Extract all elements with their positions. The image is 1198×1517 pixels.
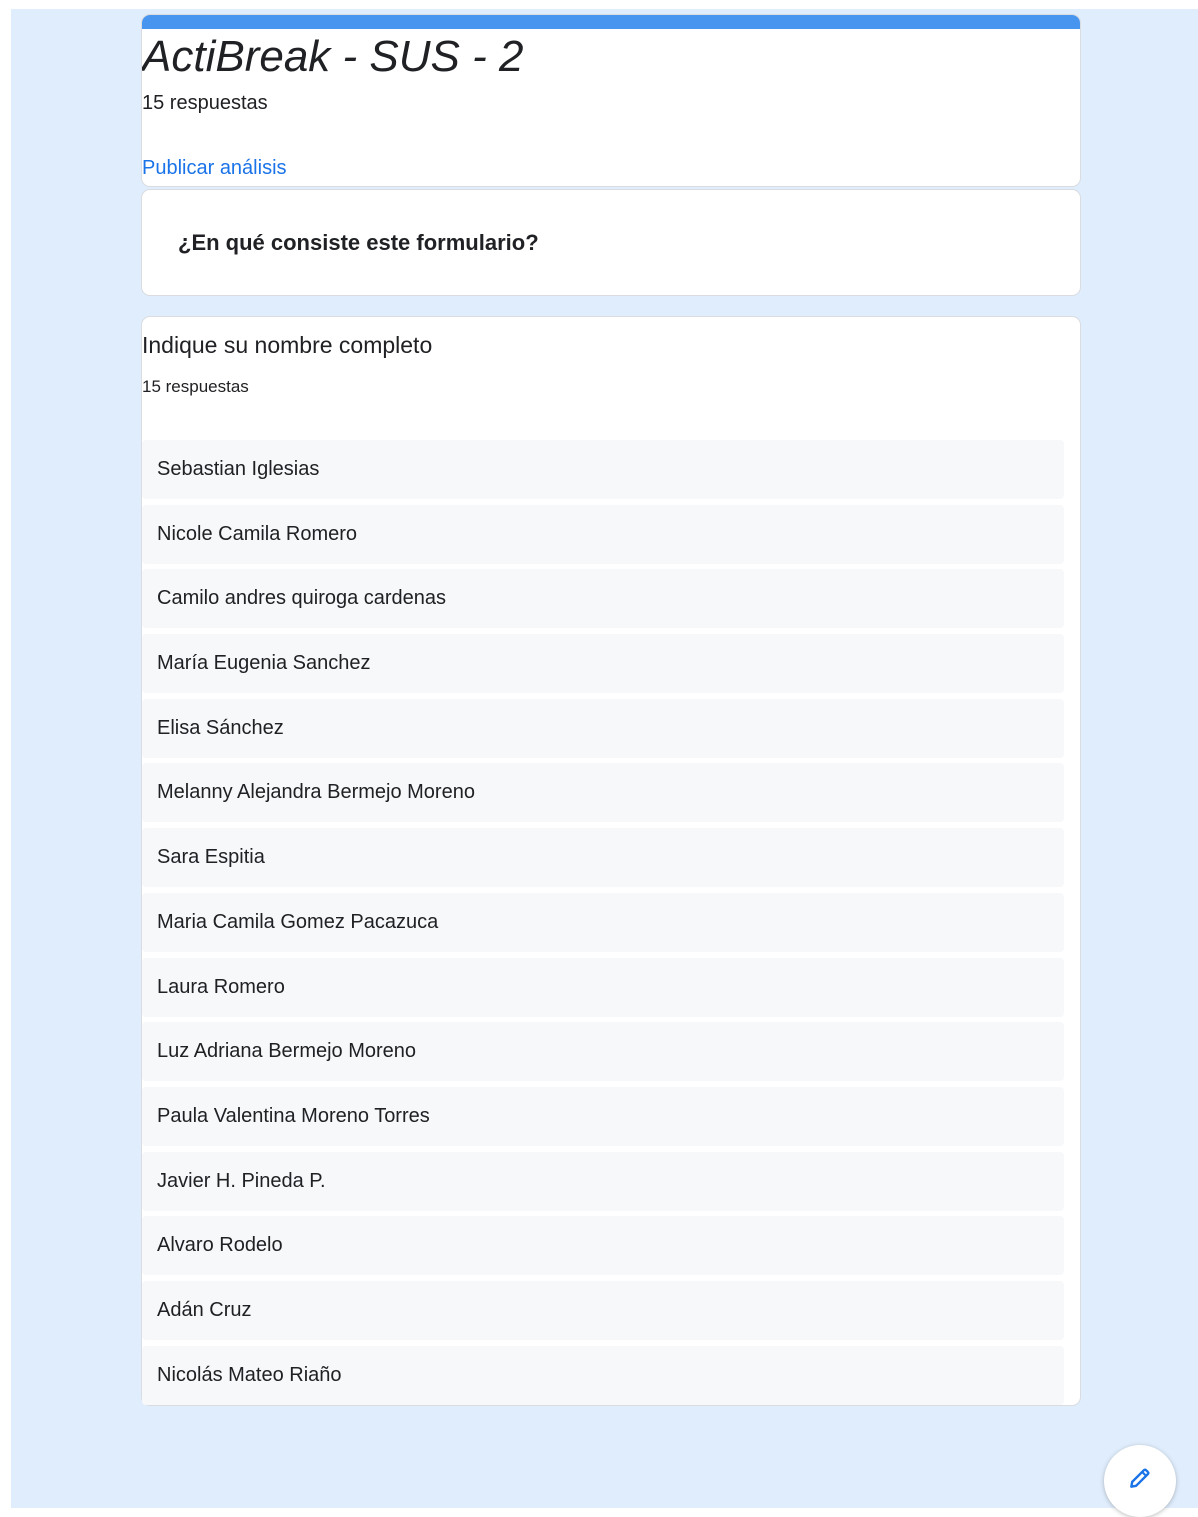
answer-item: Sebastian Iglesias — [142, 440, 1064, 499]
form-title: ActiBreak - SUS - 2 — [142, 32, 524, 81]
question-title: Indique su nombre completo — [142, 332, 433, 358]
answer-item: Maria Camila Gomez Pacazuca — [142, 892, 1064, 952]
question-card: Indique su nombre completo 15 respuestas… — [141, 316, 1081, 1406]
answer-item: Paula Valentina Moreno Torres — [142, 1086, 1064, 1146]
form-info-card[interactable]: ¿En qué consiste este formulario? — [141, 189, 1081, 296]
answer-item: Elisa Sánchez — [142, 698, 1064, 758]
answer-item: Javier H. Pineda P. — [142, 1151, 1064, 1211]
answer-item: Camilo andres quiroga cardenas — [142, 569, 1064, 629]
form-info-label[interactable]: ¿En qué consiste este formulario? — [178, 230, 539, 256]
question-response-count: 15 respuestas — [142, 377, 249, 396]
answer-item: María Eugenia Sanchez — [142, 634, 1064, 694]
pencil-icon — [1130, 1468, 1150, 1488]
header-accent-bar — [142, 15, 1080, 29]
answer-item: Sara Espitia — [142, 828, 1064, 888]
edit-form-button[interactable] — [1104, 1445, 1176, 1517]
answer-item: Luz Adriana Bermejo Moreno — [142, 1022, 1064, 1082]
answer-item: Laura Romero — [142, 957, 1064, 1017]
answer-item: Nicolás Mateo Riaño — [142, 1345, 1064, 1405]
answer-list: Sebastian Iglesias Nicole Camila Romero … — [142, 440, 1064, 1410]
publish-analysis-link[interactable]: Publicar análisis — [142, 157, 287, 180]
answer-item: Melanny Alejandra Bermejo Moreno — [142, 763, 1064, 823]
form-header-card: ActiBreak - SUS - 2 15 respuestas Public… — [141, 14, 1081, 187]
answer-item: Adán Cruz — [142, 1280, 1064, 1340]
form-response-count: 15 respuestas — [142, 92, 268, 114]
answer-item: Alvaro Rodelo — [142, 1216, 1064, 1276]
answer-item: Nicole Camila Romero — [142, 504, 1064, 564]
